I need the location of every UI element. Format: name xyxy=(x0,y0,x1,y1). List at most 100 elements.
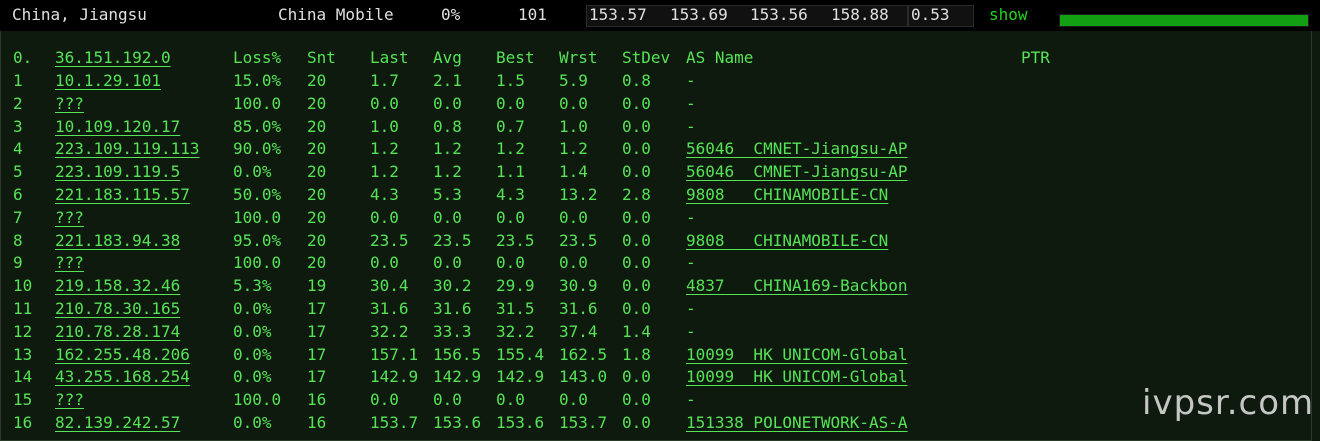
hop-last: 157.1 xyxy=(370,344,419,364)
hop-avg: 0.0 xyxy=(433,253,462,273)
hop-loss: 0.0% xyxy=(233,344,272,364)
header-last: Last xyxy=(370,48,409,67)
summary-best: 153.56 xyxy=(750,5,808,24)
hop-stdev: 0.0 xyxy=(622,367,651,387)
hop-loss: 0.0% xyxy=(233,413,272,432)
hop-avg: 1.2 xyxy=(433,139,462,159)
hop-host[interactable]: ??? xyxy=(55,389,84,412)
hop-as-name: - xyxy=(686,299,696,318)
hop-last: 0.0 xyxy=(370,253,399,273)
hop-stdev: 1.4 xyxy=(622,321,651,341)
hop-wrst: 0.0 xyxy=(559,93,588,113)
hop-snt: 19 xyxy=(307,276,327,296)
hop-as-name[interactable]: 56046 CMNET-Jiangsu-AP xyxy=(686,138,908,161)
hop-loss: 0.0% xyxy=(233,162,272,182)
hop-best: 29.9 xyxy=(496,276,535,296)
hop-wrst: 143.0 xyxy=(559,367,608,387)
hop-as-name[interactable]: 9808 CHINAMOBILE-CN xyxy=(686,230,888,253)
hop-stdev: 0.0 xyxy=(622,253,651,273)
header-ptr: PTR xyxy=(1021,48,1050,67)
hop-avg: 0.0 xyxy=(433,93,462,113)
show-button[interactable]: show xyxy=(989,4,1028,27)
hop-host[interactable]: 43.255.168.254 xyxy=(55,366,190,389)
hop-as-name[interactable]: 151338 POLONETWORK-AS-A xyxy=(686,412,908,435)
hop-avg: 23.5 xyxy=(433,230,472,250)
hop-host[interactable]: ??? xyxy=(55,93,84,116)
hop-loss: 50.0% xyxy=(233,185,282,204)
hop-index: 6 xyxy=(13,185,23,204)
hop-as-name[interactable]: 9808 CHINAMOBILE-CN xyxy=(686,184,888,207)
hop-last: 1.7 xyxy=(370,71,399,90)
hop-best: 31.5 xyxy=(496,299,535,318)
hop-host[interactable]: 162.255.48.206 xyxy=(55,344,190,367)
hop-as-name[interactable]: 4837 CHINA169-Backbon xyxy=(686,275,908,298)
hop-stdev: 0.0 xyxy=(622,390,651,410)
hop-avg: 30.2 xyxy=(433,276,472,296)
hop-wrst: 0.0 xyxy=(559,253,588,273)
hop-loss: 100.0 xyxy=(233,207,282,227)
hop-as-name: - xyxy=(686,207,696,227)
hop-avg: 1.2 xyxy=(433,162,462,182)
hop-stdev: 0.0 xyxy=(622,299,651,318)
hop-host[interactable]: 223.109.119.113 xyxy=(55,138,200,161)
hop-stdev: 0.0 xyxy=(622,230,651,250)
header-host[interactable]: 36.151.192.0 xyxy=(55,47,171,70)
hop-avg: 2.1 xyxy=(433,71,462,90)
hop-as-name[interactable]: 10099 HK UNICOM-Global xyxy=(686,344,908,367)
hop-host[interactable]: 219.158.32.46 xyxy=(55,275,180,298)
hop-as-name[interactable]: 10099 HK UNICOM-Global xyxy=(686,366,908,389)
hop-avg: 0.8 xyxy=(433,116,462,136)
hop-host[interactable]: 221.183.115.57 xyxy=(55,184,190,207)
hop-best: 0.0 xyxy=(496,93,525,113)
hop-best: 1.5 xyxy=(496,71,525,90)
header-snt: Snt xyxy=(307,48,336,67)
hop-snt: 20 xyxy=(307,253,327,273)
hop-host[interactable]: ??? xyxy=(55,252,84,275)
hop-index: 11 xyxy=(13,299,33,318)
hop-avg: 31.6 xyxy=(433,299,472,318)
hop-snt: 20 xyxy=(307,207,327,227)
hop-as-name: - xyxy=(686,116,696,136)
hop-as-name: - xyxy=(686,253,696,273)
latency-bar-fill xyxy=(1060,15,1308,26)
hop-best: 0.0 xyxy=(496,207,525,227)
hop-avg: 0.0 xyxy=(433,207,462,227)
hop-snt: 20 xyxy=(307,185,327,204)
hop-host[interactable]: 82.139.242.57 xyxy=(55,412,180,435)
summary-sent: 101 xyxy=(518,5,547,24)
hop-stdev: 1.8 xyxy=(622,344,651,364)
hop-avg: 142.9 xyxy=(433,367,482,387)
hop-as-name: - xyxy=(686,321,696,341)
hop-last: 153.7 xyxy=(370,413,419,432)
hop-best: 155.4 xyxy=(496,344,545,364)
hop-stdev: 0.0 xyxy=(622,116,651,136)
hop-last: 4.3 xyxy=(370,185,399,204)
hop-host[interactable]: 210.78.28.174 xyxy=(55,321,180,344)
hop-best: 1.2 xyxy=(496,139,525,159)
hop-host[interactable]: 223.109.119.5 xyxy=(55,161,180,184)
hop-host[interactable]: 210.78.30.165 xyxy=(55,298,180,321)
header-wrst: Wrst xyxy=(559,48,598,67)
hop-host[interactable]: 10.1.29.101 xyxy=(55,70,161,93)
hop-index: 5 xyxy=(13,162,23,182)
hop-host[interactable]: 221.183.94.38 xyxy=(55,230,180,253)
hop-index: 10 xyxy=(13,276,33,296)
hop-wrst: 1.0 xyxy=(559,116,588,136)
hop-loss: 0.0% xyxy=(233,321,272,341)
hop-best: 0.0 xyxy=(496,390,525,410)
header-loss: Loss% xyxy=(233,48,282,67)
summary-stdev: 0.53 xyxy=(911,5,950,24)
hop-wrst: 5.9 xyxy=(559,71,588,90)
hop-avg: 5.3 xyxy=(433,185,462,204)
hop-loss: 85.0% xyxy=(233,116,282,136)
hop-loss: 5.3% xyxy=(233,276,272,296)
header-best: Best xyxy=(496,48,535,67)
hop-as-name[interactable]: 56046 CMNET-Jiangsu-AP xyxy=(686,161,908,184)
hop-index: 2 xyxy=(13,93,23,113)
hop-host[interactable]: ??? xyxy=(55,207,84,230)
hop-wrst: 31.6 xyxy=(559,299,598,318)
hop-last: 1.2 xyxy=(370,139,399,159)
hop-wrst: 37.4 xyxy=(559,321,598,341)
hop-host[interactable]: 10.109.120.17 xyxy=(55,116,180,139)
hop-snt: 17 xyxy=(307,344,327,364)
